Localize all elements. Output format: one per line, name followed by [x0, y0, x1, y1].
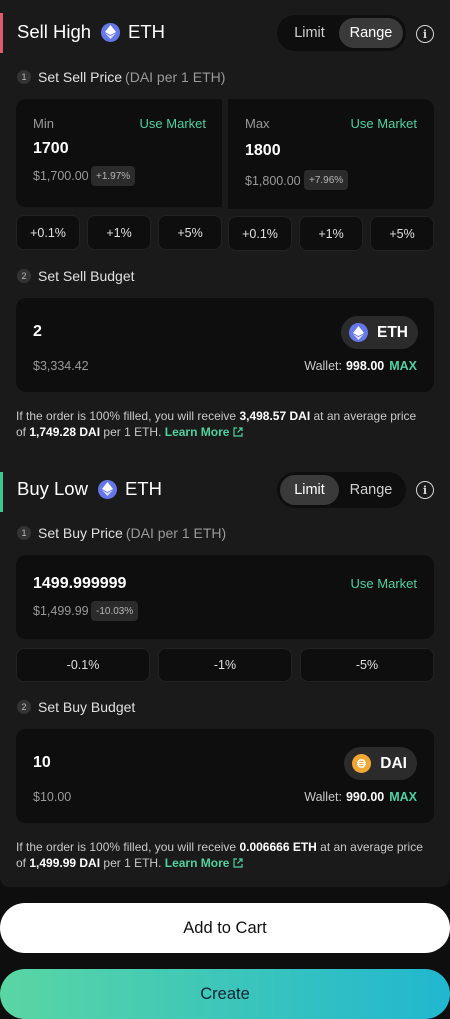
step-number-badge: 1 [17, 70, 31, 84]
sell-budget-token: ETH [377, 323, 408, 341]
buy-low-panel: Buy Low ETH Limit Range i 1 Set Buy Pric… [0, 470, 450, 887]
sell-token-selector[interactable]: ETH [341, 316, 418, 349]
note-text: If the order is 100% filled, you will re… [16, 409, 240, 423]
add-to-cart-button[interactable]: Add to Cart [0, 903, 450, 953]
buy-title-text: Buy Low [17, 478, 88, 499]
max-adjust-button[interactable]: +0.1% [228, 216, 292, 251]
min-pct-badge: +1.97% [91, 166, 136, 186]
buy-fill-note: If the order is 100% filled, you will re… [16, 839, 426, 871]
buy-side-indicator [0, 472, 3, 512]
note-price: 1,499.99 DAI [29, 856, 101, 870]
sell-budget-card: 2 ETH $3,334.42 Wallet: 998.00 MAX [16, 298, 434, 392]
max-use-market-link[interactable]: Use Market [351, 116, 417, 131]
sell-budget-usd: $3,334.42 [33, 359, 89, 373]
sell-info-icon[interactable]: i [416, 25, 434, 43]
sell-budget-input[interactable]: 2 [33, 323, 42, 341]
max-pct-badge: +7.96% [304, 170, 349, 190]
buy-adjust-button[interactable]: -1% [158, 648, 292, 682]
sell-budget-label: Set Sell Budget [38, 268, 135, 284]
sell-limit-tab[interactable]: Limit [280, 18, 339, 48]
buy-price-label: Set Buy Price [38, 525, 123, 541]
sell-title-text: Sell High [17, 21, 92, 42]
sell-token-text: ETH [128, 21, 166, 42]
buy-price-card: 1499.999999 Use Market $1,499.99 -10.03% [16, 555, 434, 639]
dai-token-icon [352, 754, 372, 773]
buy-budget-input[interactable]: 10 [33, 754, 51, 772]
buy-budget-card: 10 DAI $10.00 Wallet: 990.00 MAX [16, 729, 434, 823]
note-text: If the order is 100% filled, you will re… [16, 840, 240, 854]
sell-max-button[interactable]: MAX [389, 359, 417, 373]
buy-step-1: 1 Set Buy Price (DAI per 1 ETH) [17, 525, 226, 541]
buy-info-icon[interactable]: i [416, 481, 434, 499]
learn-more-link[interactable]: Learn More [165, 856, 230, 870]
sell-step-2: 2 Set Sell Budget [17, 268, 135, 284]
wallet-value: 990.00 [345, 790, 385, 804]
note-text: per 1 ETH. [100, 425, 165, 439]
wallet-value: 998.00 [345, 359, 385, 373]
buy-use-market-link[interactable]: Use Market [351, 576, 417, 591]
max-adjust-button[interactable]: +5% [370, 216, 434, 251]
eth-token-icon [97, 479, 117, 499]
external-link-icon [233, 427, 244, 437]
buy-price-unit: (DAI per 1 ETH) [125, 525, 227, 541]
buy-limit-tab[interactable]: Limit [280, 475, 339, 505]
wallet-label: Wallet: [304, 790, 342, 804]
min-adjust-button[interactable]: +1% [87, 215, 151, 250]
sell-max-price-card: Max Use Market 1800 $1,800.00 +7.96% [228, 99, 434, 209]
buy-order-type-toggle: Limit Range [277, 472, 406, 508]
eth-token-icon [101, 22, 121, 42]
buy-range-tab[interactable]: Range [339, 475, 403, 505]
min-label: Min [33, 116, 54, 131]
note-amount: 3,498.57 DAI [239, 409, 311, 423]
min-adjust-button[interactable]: +5% [158, 215, 222, 250]
buy-max-button[interactable]: MAX [389, 790, 417, 804]
min-usd-value: $1,700.00 [33, 169, 89, 183]
sell-high-panel: Sell High ETH Limit Range i 1 Set Sell P… [0, 0, 450, 470]
buy-token-text: ETH [124, 478, 162, 499]
max-usd-value: $1,800.00 [245, 174, 301, 188]
sell-price-label: Set Sell Price [38, 69, 123, 85]
sell-panel-title: Sell High ETH [17, 21, 165, 43]
buy-price-input[interactable]: 1499.999999 [33, 575, 126, 593]
eth-token-icon [349, 323, 368, 342]
step-number-badge: 2 [17, 700, 31, 714]
sell-price-unit: (DAI per 1 ETH) [125, 69, 226, 85]
external-link-icon [233, 858, 244, 868]
note-text: per 1 ETH. [100, 856, 165, 870]
sell-fill-note: If the order is 100% filled, you will re… [16, 408, 426, 440]
max-price-input[interactable]: 1800 [245, 142, 281, 160]
step-number-badge: 2 [17, 269, 31, 283]
min-price-input[interactable]: 1700 [33, 140, 69, 158]
buy-adjust-button[interactable]: -5% [300, 648, 434, 682]
buy-wallet-balance: Wallet: 990.00 MAX [304, 790, 417, 804]
buy-budget-label: Set Buy Budget [38, 699, 136, 715]
step-number-badge: 1 [17, 526, 31, 540]
create-button[interactable]: Create [0, 969, 450, 1019]
note-price: 1,749.28 DAI [29, 425, 101, 439]
sell-min-price-card: Min Use Market 1700 $1,700.00 +1.97% [16, 99, 222, 207]
sell-range-tab[interactable]: Range [339, 18, 403, 48]
max-adjust-button[interactable]: +1% [299, 216, 363, 251]
min-use-market-link[interactable]: Use Market [140, 116, 206, 131]
max-label: Max [245, 116, 270, 131]
buy-budget-token: DAI [380, 754, 407, 772]
wallet-label: Wallet: [304, 359, 342, 373]
sell-side-indicator [0, 13, 3, 53]
sell-step-1: 1 Set Sell Price (DAI per 1 ETH) [17, 69, 225, 85]
buy-step-2: 2 Set Buy Budget [17, 699, 135, 715]
buy-adjust-button[interactable]: -0.1% [16, 648, 150, 682]
min-adjust-button[interactable]: +0.1% [16, 215, 80, 250]
sell-wallet-balance: Wallet: 998.00 MAX [304, 359, 417, 373]
buy-panel-title: Buy Low ETH [17, 478, 162, 500]
learn-more-link[interactable]: Learn More [165, 425, 230, 439]
note-amount: 0.006666 ETH [239, 840, 317, 854]
buy-budget-usd: $10.00 [33, 790, 72, 804]
buy-token-selector[interactable]: DAI [344, 747, 417, 780]
sell-order-type-toggle: Limit Range [277, 15, 406, 51]
buy-pct-badge: -10.03% [91, 601, 139, 621]
buy-price-usd: $1,499.99 [33, 604, 89, 618]
